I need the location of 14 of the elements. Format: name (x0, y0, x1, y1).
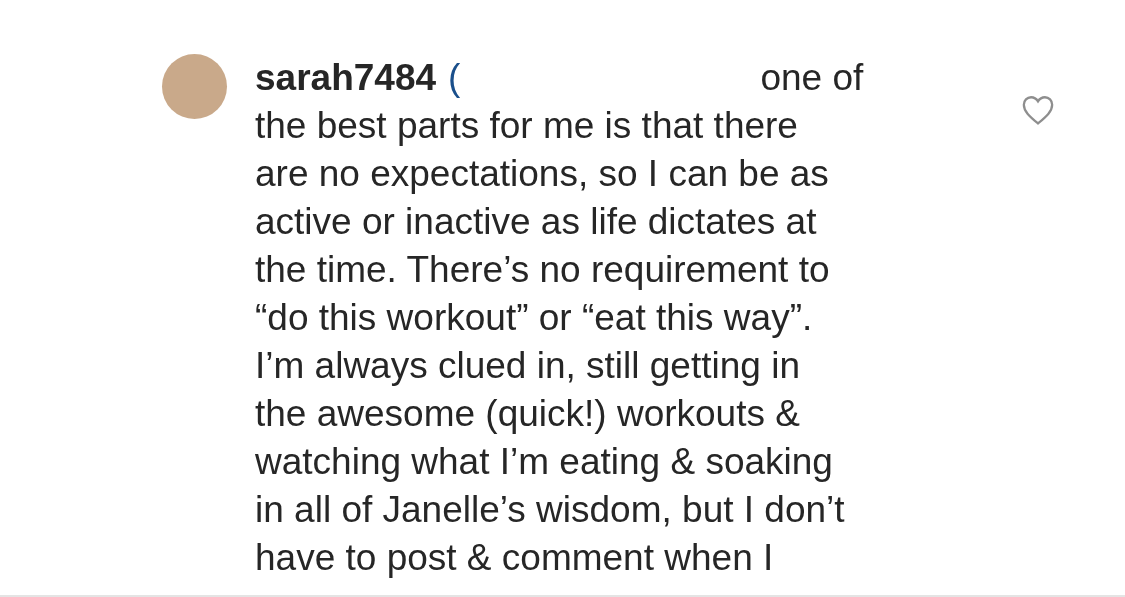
username-link[interactable]: sarah7484 (255, 54, 437, 102)
comment-text: in all of Janelle’s wisdom, but I don’t (255, 488, 845, 532)
comment-text: the best parts for me is that there (255, 104, 798, 148)
comment-text: “do this workout” or “eat this way”. (255, 296, 813, 340)
mention-link[interactable]: ( (448, 54, 461, 102)
comment-text: I’m always clued in, still getting in (255, 344, 800, 388)
comment-text: have to post & comment when I (255, 536, 774, 580)
comment-text: are no expectations, so I can be as (255, 152, 829, 196)
comment-text: the time. There’s no requirement to (255, 248, 830, 292)
comment-text: watching what I’m eating & soaking (255, 440, 833, 484)
heart-icon[interactable] (1021, 94, 1055, 126)
comment-text: one of (760, 56, 864, 100)
comment-text: active or inactive as life dictates at (255, 200, 817, 244)
comment-text: the awesome (quick!) workouts & (255, 392, 800, 436)
